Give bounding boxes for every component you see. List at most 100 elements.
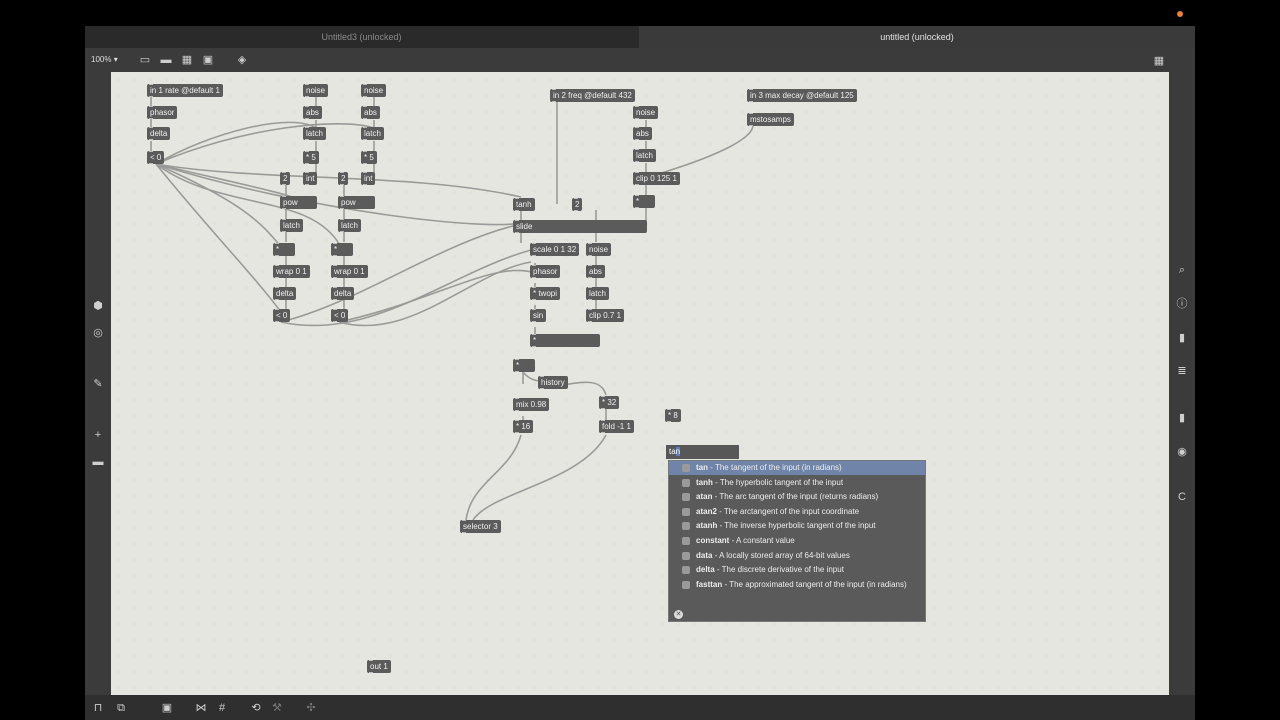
- object-delta[interactable]: delta: [273, 287, 297, 300]
- object-constant[interactable]: 2: [280, 172, 291, 185]
- pin-icon[interactable]: ⋈: [194, 701, 208, 715]
- object-out-1[interactable]: out 1: [367, 660, 391, 673]
- object-clip[interactable]: clip 0.7 1: [586, 309, 625, 322]
- object-phasor[interactable]: phasor: [530, 265, 561, 278]
- zoom-menu[interactable]: 100% ▾: [91, 55, 118, 64]
- object-latch[interactable]: latch: [280, 219, 303, 232]
- keyboard-icon[interactable]: ▦: [1152, 54, 1166, 68]
- object-multiply[interactable]: *: [530, 334, 600, 347]
- debug-icon[interactable]: ✣: [304, 701, 318, 715]
- object-tanh[interactable]: tanh: [513, 198, 535, 211]
- suggestion-description: - The discrete derivative of the input: [714, 565, 844, 574]
- object-constant[interactable]: 2: [338, 172, 349, 185]
- object-multiply[interactable]: *: [331, 243, 353, 256]
- lock-icon[interactable]: ⊓: [91, 701, 105, 715]
- object-twopi[interactable]: * twopi: [530, 287, 561, 300]
- tab-untitled3[interactable]: Untitled3 (unlocked): [85, 26, 638, 48]
- suggestion-item[interactable]: delta - The discrete derivative of the i…: [669, 563, 925, 577]
- object-latch[interactable]: latch: [303, 127, 326, 140]
- object-latch[interactable]: latch: [338, 219, 361, 232]
- object-delta[interactable]: delta: [331, 287, 355, 300]
- object-less-than[interactable]: < 0: [147, 151, 165, 164]
- suggestion-item-selected[interactable]: tan - The tangent of the input (in radia…: [669, 461, 925, 475]
- hammer-icon[interactable]: ⚒: [270, 701, 284, 715]
- book-icon[interactable]: ▮: [1175, 331, 1189, 345]
- close-icon[interactable]: ✕: [674, 610, 683, 619]
- camera-icon[interactable]: ◉: [1175, 445, 1189, 459]
- object-pow[interactable]: pow: [280, 196, 317, 209]
- tab-untitled-active[interactable]: untitled (unlocked): [639, 26, 1195, 48]
- object-clip[interactable]: clip 0 125 1: [633, 172, 680, 185]
- object-fold[interactable]: fold -1 1: [599, 420, 634, 433]
- target-icon[interactable]: ◎: [91, 326, 105, 340]
- object-selector[interactable]: selector 3: [460, 520, 501, 533]
- autocomplete-selection: n: [675, 447, 681, 456]
- paperclip-icon[interactable]: ✎: [91, 377, 105, 391]
- list-icon[interactable]: ≣: [1175, 364, 1189, 378]
- object-latch[interactable]: latch: [633, 149, 656, 162]
- edit-icon[interactable]: ⧉: [114, 701, 128, 715]
- object-int[interactable]: int: [303, 172, 318, 185]
- suggestion-item[interactable]: constant - A constant value: [669, 534, 925, 548]
- comment-icon[interactable]: ▬: [159, 53, 173, 67]
- object-latch[interactable]: latch: [586, 287, 609, 300]
- suggestion-item[interactable]: atan - The arc tangent of the input (ret…: [669, 490, 925, 504]
- grid-icon[interactable]: ▦: [180, 53, 194, 67]
- present-icon[interactable]: ▭: [138, 53, 152, 67]
- object-multiply[interactable]: * 5: [303, 151, 319, 164]
- reference-icon[interactable]: ▮: [1175, 411, 1189, 425]
- object-constant[interactable]: 2: [572, 198, 583, 211]
- object-less-than[interactable]: < 0: [331, 309, 349, 322]
- suggestion-item[interactable]: tanh - The hyperbolic tangent of the inp…: [669, 476, 925, 490]
- object-noise[interactable]: noise: [633, 106, 659, 119]
- c-icon[interactable]: C: [1175, 490, 1189, 504]
- suggestion-item[interactable]: fasttan - The approximated tangent of th…: [669, 578, 925, 592]
- object-multiply[interactable]: * 5: [361, 151, 377, 164]
- loop-icon[interactable]: ⟲: [249, 701, 263, 715]
- object-scale[interactable]: scale 0 1 32: [530, 243, 580, 256]
- object-in-3-max-decay[interactable]: in 3 max decay @default 125: [747, 89, 857, 102]
- object-in-2-freq[interactable]: in 2 freq @default 432: [550, 89, 635, 102]
- object-multiply-16[interactable]: * 16: [513, 420, 534, 433]
- object-noise[interactable]: noise: [586, 243, 612, 256]
- object-latch[interactable]: latch: [361, 127, 384, 140]
- object-pow[interactable]: pow: [338, 196, 375, 209]
- object-mix[interactable]: mix 0.98: [513, 398, 550, 411]
- object-multiply-32[interactable]: * 32: [599, 396, 620, 409]
- object-delta[interactable]: delta: [147, 127, 171, 140]
- object-multiply[interactable]: *: [513, 359, 535, 372]
- object-abs[interactable]: abs: [361, 106, 380, 119]
- object-wrap[interactable]: wrap 0 1: [331, 265, 368, 278]
- paint-bucket-icon[interactable]: ◈: [235, 53, 249, 67]
- object-slide[interactable]: slide: [513, 220, 647, 233]
- object-abs[interactable]: abs: [586, 265, 605, 278]
- operator-icon: [682, 508, 690, 516]
- object-noise[interactable]: noise: [361, 84, 387, 97]
- new-object-text-input[interactable]: tan: [666, 445, 739, 459]
- object-multiply-8[interactable]: * 8: [665, 409, 681, 422]
- info-icon[interactable]: ⓘ: [1175, 297, 1189, 311]
- image-icon[interactable]: ▣: [201, 53, 215, 67]
- package-icon[interactable]: ⬢: [91, 299, 105, 313]
- suggestion-item[interactable]: atan2 - The arctangent of the input coor…: [669, 505, 925, 519]
- object-in-1-rate[interactable]: in 1 rate @default 1: [147, 84, 223, 97]
- minus-icon[interactable]: ▬: [91, 455, 105, 469]
- object-multiply[interactable]: *: [633, 195, 655, 208]
- object-mstosamps[interactable]: mstosamps: [747, 113, 794, 126]
- object-less-than[interactable]: < 0: [273, 309, 291, 322]
- object-wrap[interactable]: wrap 0 1: [273, 265, 310, 278]
- object-history[interactable]: history: [538, 376, 568, 389]
- suggestion-item[interactable]: data - A locally stored array of 64-bit …: [669, 549, 925, 563]
- plus-icon[interactable]: +: [91, 428, 105, 442]
- object-sin[interactable]: sin: [530, 309, 547, 322]
- object-noise[interactable]: noise: [303, 84, 329, 97]
- object-int[interactable]: int: [361, 172, 376, 185]
- object-multiply[interactable]: *: [273, 243, 295, 256]
- object-abs[interactable]: abs: [633, 127, 652, 140]
- layers-icon[interactable]: ▣: [160, 701, 174, 715]
- search-icon[interactable]: ⌕: [1175, 263, 1189, 277]
- suggestion-item[interactable]: atanh - The inverse hyperbolic tangent o…: [669, 519, 925, 533]
- grid-icon[interactable]: #: [215, 701, 229, 715]
- object-phasor[interactable]: phasor: [147, 106, 178, 119]
- object-abs[interactable]: abs: [303, 106, 322, 119]
